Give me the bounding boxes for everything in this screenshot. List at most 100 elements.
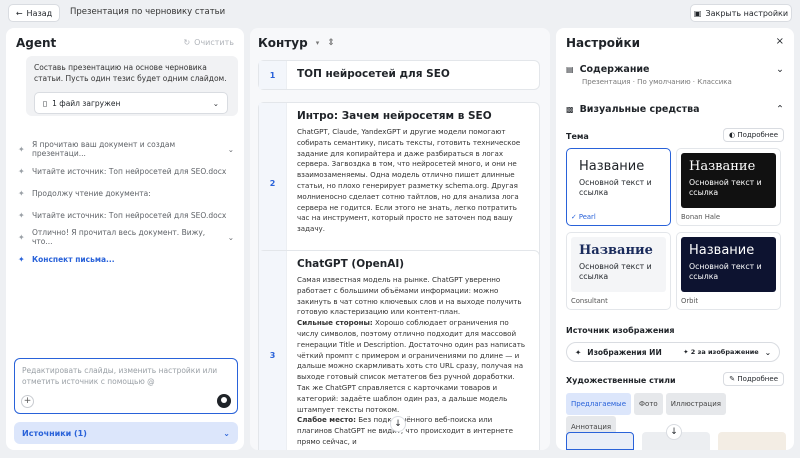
content-section[interactable]: ▤ Содержание ⌄ — [566, 64, 784, 75]
step-text: Читайте источник: Топ нейросетей для SEO… — [32, 166, 227, 176]
back-label: Назад — [26, 8, 53, 18]
outline-title: Контур — [258, 36, 308, 50]
more-label: Подробнее — [737, 375, 778, 383]
slide-text-part: Самая известная модель на рынке. ChatGPT… — [297, 275, 522, 317]
agent-title: Agent — [16, 36, 57, 50]
sources-label: Источники (1) — [22, 428, 87, 438]
back-button[interactable]: ← Назад — [8, 4, 60, 22]
file-icon: ▯ — [43, 98, 48, 108]
slide-card[interactable]: 1 ТОП нейросетей для SEO — [258, 60, 540, 90]
outline-header: Контур ▾ ⇕ — [258, 36, 335, 50]
slide-title[interactable]: Интро: Зачем нейросетям в SEO — [297, 110, 529, 122]
slide-text-strong: Слабое место: — [297, 415, 356, 425]
style-pill[interactable]: Предлагаемые — [566, 393, 632, 415]
slide-text-strong: Сильные стороны: — [297, 318, 373, 328]
refresh-icon: ↻ — [183, 38, 191, 47]
theme-pearl[interactable]: Название Основной текст и ссылка ✓ Pearl — [566, 148, 671, 226]
panel-icon: ▣ — [693, 8, 702, 18]
slide-card[interactable]: 2 Интро: Зачем нейросетям в SEO ChatGPT,… — [258, 102, 540, 264]
chevron-down-icon: ⌄ — [227, 144, 234, 154]
send-button[interactable] — [217, 394, 231, 408]
close-settings-label: Закрыть настройки — [705, 8, 789, 18]
agent-panel: Agent ↻ Очистить Составь презентацию на … — [6, 28, 244, 450]
spark-icon: ✦ — [18, 232, 25, 242]
slide-title[interactable]: ChatGPT (OpenAI) — [297, 258, 529, 270]
add-attachment-button[interactable]: + — [21, 395, 34, 408]
outline-panel: Контур ▾ ⇕ 1 ТОП нейросетей для SEO 2 Ин… — [250, 28, 550, 450]
collapse-icon[interactable]: ⇕ — [327, 38, 335, 48]
slide-number: 2 — [259, 103, 287, 263]
clear-label: Очистить — [194, 38, 234, 47]
slide-title[interactable]: ТОП нейросетей для SEO — [297, 68, 529, 80]
caret-down-icon[interactable]: ▾ — [316, 39, 320, 47]
theme-caption: Consultant — [571, 297, 608, 305]
scroll-down-button[interactable]: ↓ — [666, 424, 682, 440]
top-bar: ← Назад Презентация по черновику статьи … — [0, 0, 800, 26]
slide-text[interactable]: ChatGPT, Claude, YandexGPT и другие моде… — [297, 127, 529, 235]
style-thumb[interactable] — [566, 432, 634, 450]
settings-title: Настройки — [566, 36, 641, 50]
style-pill[interactable]: Фото — [634, 393, 663, 415]
theme-orbit[interactable]: Название Основной текст и ссылка Orbit — [676, 232, 781, 310]
close-icon[interactable]: × — [776, 36, 784, 47]
theme-more-button[interactable]: ◐ Подробнее — [723, 128, 784, 142]
close-settings-button[interactable]: ▣ Закрыть настройки — [690, 4, 792, 22]
step-text: Продолжу чтение документа: — [32, 188, 151, 198]
theme-preview-text: Основной текст и ссылка — [689, 178, 762, 197]
arrow-left-icon: ← — [15, 8, 23, 18]
theme-consultant[interactable]: Название Основной текст и ссылка Consult… — [566, 232, 671, 310]
document-title: Презентация по черновику статьи — [70, 7, 226, 17]
settings-panel: Настройки × ▤ Содержание ⌄ Презентация ·… — [556, 28, 794, 450]
chevron-down-icon: ⌄ — [212, 98, 219, 108]
step-text: Я прочитаю ваш документ и создам презент… — [32, 140, 176, 158]
spark-icon: ✦ — [18, 210, 25, 220]
sources-bar[interactable]: Источники (1) ⌄ — [14, 422, 238, 444]
step-text: Читайте источник: Топ нейросетей для SEO… — [32, 210, 227, 220]
file-dropdown[interactable]: ▯ 1 файл загружен ⌄ — [34, 92, 228, 114]
file-label: 1 файл загружен — [52, 98, 121, 108]
theme-preview-text: Основной текст и ссылка — [579, 178, 652, 197]
user-message-text: Составь презентацию на основе черновика … — [34, 63, 227, 83]
theme-preview-text: Основной текст и ссылка — [579, 262, 652, 281]
image-count: ✦ 2 за изображение — [683, 348, 759, 356]
art-styles-label: Художественные стили — [566, 376, 676, 385]
arrow-down-icon: ↓ — [394, 419, 402, 429]
slide-number: 3 — [259, 251, 287, 450]
clear-button[interactable]: ↻ Очистить — [183, 38, 234, 47]
konspekt-link[interactable]: ✦ Конспект письма... — [18, 248, 234, 270]
content-sub: Презентация · По умолчанию · Классика — [582, 78, 732, 86]
step-item[interactable]: ✦ Продолжу чтение документа: — [18, 182, 234, 204]
style-pill[interactable]: Иллюстрация — [665, 393, 726, 415]
konspekt-text: Конспект письма... — [32, 254, 115, 264]
chevron-down-icon: ⌄ — [223, 428, 230, 438]
step-text: Отлично! Я прочитал весь документ. Вижу,… — [32, 228, 206, 246]
slide-number: 1 — [259, 61, 287, 89]
theme-caption: ✓ Pearl — [571, 213, 596, 221]
theme-preview-text: Основной текст и ссылка — [689, 262, 762, 281]
content-label: Содержание — [579, 64, 650, 75]
art-styles-more-button[interactable]: ✎ Подробнее — [723, 372, 784, 386]
theme-preview-title: Название — [689, 243, 755, 258]
step-item[interactable]: ✦ Я прочитаю ваш документ и создам презен… — [18, 138, 234, 160]
image-source-label: Источник изображения — [566, 326, 675, 335]
step-item[interactable]: ✦ Читайте источник: Топ нейросетей для SE… — [18, 204, 234, 226]
step-item[interactable]: ✦ Читайте источник: Топ нейросетей для SE… — [18, 160, 234, 182]
theme-bonan-hale[interactable]: Название Основной текст и ссылка Bonan H… — [676, 148, 781, 226]
visual-section[interactable]: ▩ Визуальные средства ⌃ — [566, 104, 784, 115]
image-source-dropdown[interactable]: ✦ Изображения ИИ ✦ 2 за изображение ⌄ — [566, 342, 780, 362]
scroll-down-button[interactable]: ↓ — [390, 416, 406, 432]
theme-preview-title: Название — [579, 243, 653, 258]
input-placeholder: Редактировать слайды, изменить настройки… — [22, 366, 218, 386]
more-label: Подробнее — [737, 131, 778, 139]
chevron-down-icon: ⌄ — [764, 347, 771, 357]
agent-input[interactable]: Редактировать слайды, изменить настройки… — [14, 358, 238, 414]
chevron-down-icon: ⌄ — [776, 64, 784, 75]
chevron-down-icon: ⌄ — [227, 232, 234, 242]
agent-steps: ✦ Я прочитаю ваш документ и создам презен… — [18, 138, 234, 270]
theme-preview-title: Название — [579, 159, 645, 174]
spark-icon: ✦ — [18, 188, 25, 198]
style-thumb[interactable] — [718, 432, 786, 450]
slide-text[interactable]: Самая известная модель на рынке. ChatGPT… — [297, 275, 529, 448]
step-item[interactable]: ✦ Отлично! Я прочитал весь документ. Вижу… — [18, 226, 234, 248]
spark-icon: ✦ — [18, 144, 25, 154]
